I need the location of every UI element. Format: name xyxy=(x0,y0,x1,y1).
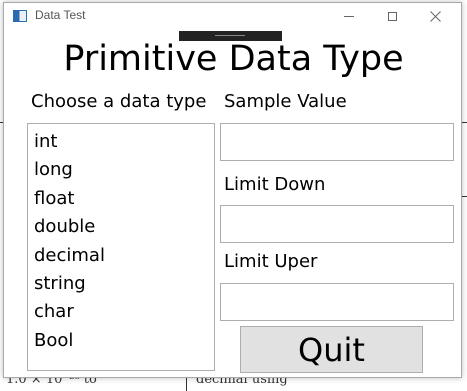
app-window-icon xyxy=(13,10,27,22)
list-item-long[interactable]: long xyxy=(28,156,214,184)
minimize-button[interactable] xyxy=(326,3,372,29)
close-icon xyxy=(429,10,441,22)
page-title: Primitive Data Type xyxy=(63,39,404,79)
window-title: Data Test xyxy=(35,8,86,22)
sample-value-input[interactable] xyxy=(220,123,454,161)
list-item-int[interactable]: int xyxy=(28,128,214,156)
limit-uper-label: Limit Uper xyxy=(224,251,318,272)
limit-down-label: Limit Down xyxy=(224,174,326,195)
data-test-window: Data Test Primitive Data Type Choose a d… xyxy=(3,2,462,378)
list-item-decimal[interactable]: decimal xyxy=(28,242,214,270)
maximize-icon xyxy=(387,11,397,21)
list-item-char[interactable]: char xyxy=(28,298,214,326)
title-bar[interactable]: Data Test xyxy=(4,3,461,29)
list-item-string[interactable]: string xyxy=(28,270,214,298)
close-button[interactable] xyxy=(412,3,458,29)
data-type-listbox[interactable]: int long float double decimal string char Bool xyxy=(27,123,215,371)
quit-button[interactable]: Quit xyxy=(240,326,423,373)
minimize-icon xyxy=(344,15,354,17)
maximize-button[interactable] xyxy=(369,3,415,29)
list-item-double[interactable]: double xyxy=(28,213,214,241)
list-item-bool[interactable]: Bool xyxy=(28,327,214,355)
sample-value-label: Sample Value xyxy=(224,91,347,112)
choose-type-label: Choose a data type xyxy=(31,91,207,112)
limit-uper-input[interactable] xyxy=(220,283,454,321)
list-item-float[interactable]: float xyxy=(28,185,214,213)
limit-down-input[interactable] xyxy=(220,205,454,243)
